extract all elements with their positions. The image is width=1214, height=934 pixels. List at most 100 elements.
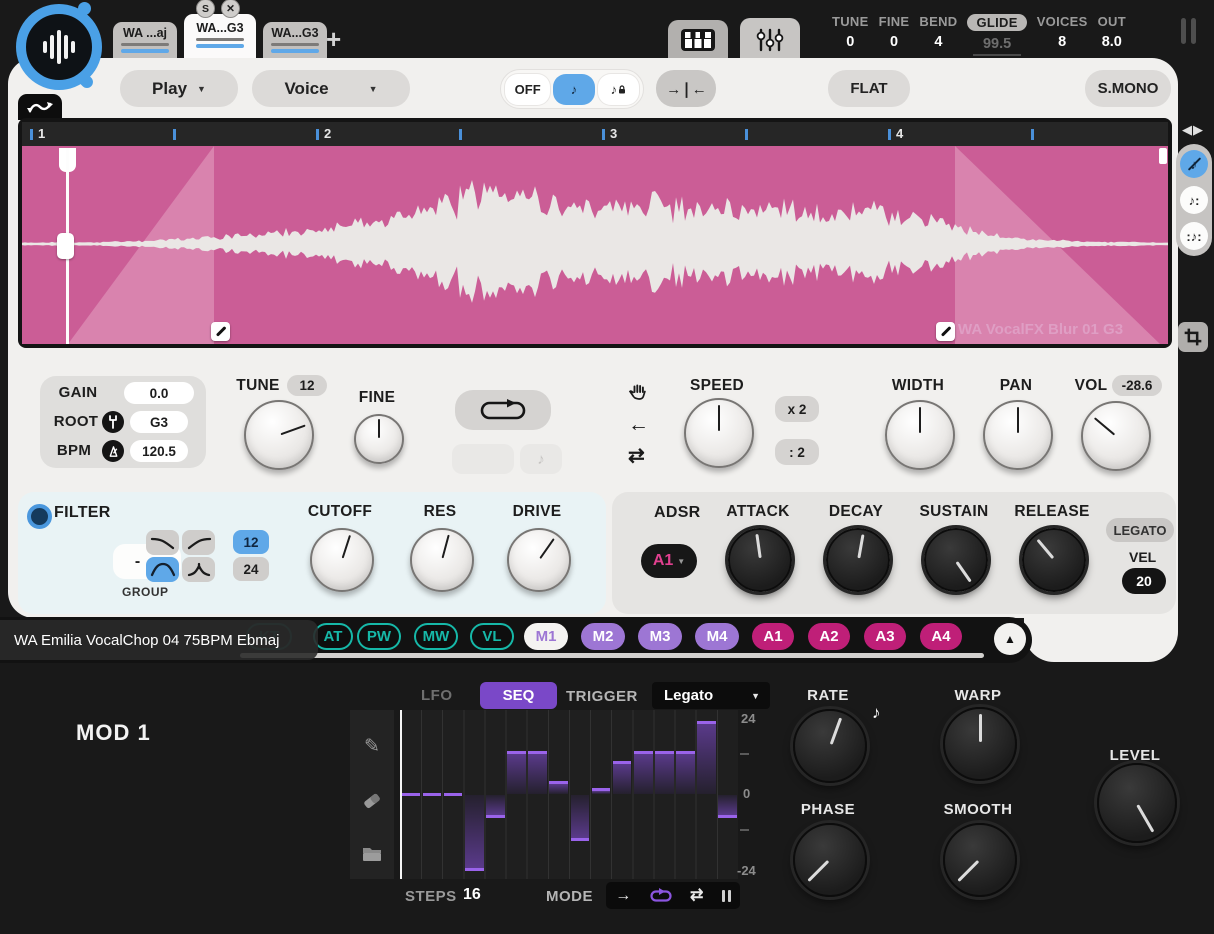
release-knob[interactable] [1022,528,1086,592]
root-note-value[interactable]: G3 [130,411,188,433]
seq-step[interactable] [465,795,484,872]
mod-source-pw[interactable]: PW [357,623,401,650]
mixer-view-tab[interactable] [740,18,800,62]
amp-slot-a2[interactable]: A2 [808,623,850,650]
start-marker-handle[interactable] [57,233,74,259]
seq-step[interactable] [486,795,505,818]
loop-button[interactable] [455,390,551,430]
waveform-display[interactable] [22,146,1168,344]
play-mode-dropdown[interactable]: Play▼ [120,70,238,107]
tab-lfo[interactable]: LFO [421,687,453,704]
level-knob[interactable] [1097,763,1177,843]
snap-to-center-button[interactable]: →❘← [656,70,716,107]
filter-lowpass-button[interactable] [146,530,179,555]
speed-double-button[interactable]: x 2 [775,396,819,422]
gain-value[interactable]: 0.0 [124,382,194,404]
vol-value[interactable]: -28.6 [1112,375,1162,396]
eraser-tool-icon[interactable] [361,790,383,812]
mode-pingpong-icon[interactable]: ⇄ [690,888,703,904]
sync-note-button[interactable]: ♪ [553,74,594,105]
pingpong-arrows-icon[interactable]: ⇄ [628,443,645,468]
param-value[interactable]: 8 [1058,34,1066,50]
vol-knob[interactable] [1081,401,1151,471]
param-value[interactable]: 0 [890,34,898,50]
amp-slot-a1[interactable]: A1 [752,623,794,650]
mod-source-mw[interactable]: MW [414,623,458,650]
rate-knob[interactable] [793,709,867,783]
filter-bandpass-button[interactable] [146,557,179,582]
mod-source-at[interactable]: AT [313,623,353,650]
resize-grip-bar[interactable] [1191,18,1196,44]
voice-mode-dropdown[interactable]: Voice▼ [252,70,410,107]
loop-sync-ghost-button[interactable]: ♪ [520,444,562,474]
seq-step[interactable] [718,795,737,818]
seq-step[interactable] [613,761,632,794]
sample-tab[interactable]: WA...G3 [263,22,327,58]
envelope-preset-dropdown[interactable]: A1 ▼ [641,544,697,578]
sync-note-lock-button[interactable]: ♪ [598,74,639,105]
drive-knob[interactable] [507,528,571,592]
resize-grip-bar[interactable] [1181,18,1186,44]
speed-half-button[interactable]: : 2 [775,439,819,465]
param-value[interactable]: 99.5 [973,36,1021,56]
seq-step[interactable] [655,751,674,794]
filter-enable-toggle[interactable] [27,504,52,529]
filter-slope-12-button[interactable]: 12 [233,530,269,554]
seq-step[interactable] [423,793,442,796]
param-value[interactable]: 8.0 [1102,34,1122,50]
vel-value[interactable]: 20 [1122,568,1166,594]
loop-shuffle-tab[interactable] [18,94,62,120]
end-trim-handle[interactable] [1159,148,1167,164]
param-value[interactable]: 4 [934,34,942,50]
mode-loop-icon[interactable] [650,888,672,903]
filter-slope-24-button[interactable]: 24 [233,557,269,581]
speed-knob[interactable] [684,398,754,468]
decay-knob[interactable] [826,528,890,592]
seq-step[interactable] [676,751,695,794]
seq-step[interactable] [507,751,526,794]
seq-step[interactable] [634,751,653,794]
tune-value[interactable]: 12 [287,375,327,396]
legato-button[interactable]: LEGATO [1106,518,1174,542]
stereo-mono-button[interactable]: S.MONO [1085,70,1171,107]
seq-step[interactable] [528,751,547,794]
filter-notch-button[interactable] [182,557,215,582]
tab-close-icon[interactable]: ✕ [221,0,240,18]
mod-slot-m4[interactable]: M4 [695,623,739,650]
tune-knob[interactable] [244,400,314,470]
amp-slot-a4[interactable]: A4 [920,623,962,650]
sync-off-button[interactable]: OFF [505,74,550,105]
mod-slot-m1[interactable]: M1 [524,623,568,650]
phase-knob[interactable] [793,823,867,897]
fade-in-handle[interactable] [211,322,230,341]
seq-step[interactable] [571,795,590,842]
pencil-tool-icon[interactable]: ✎ [361,735,383,757]
timeline-ruler[interactable]: 1234 [22,122,1168,146]
sample-tab[interactable]: WA ...aj [113,22,177,58]
metronome-icon[interactable] [102,440,124,462]
cutoff-knob[interactable] [310,528,374,592]
expand-horizontal-icon[interactable]: ◀▶ [1182,122,1204,138]
width-knob[interactable] [885,400,955,470]
bpm-value[interactable]: 120.5 [130,440,188,462]
tab-solo-badge[interactable]: S [196,0,215,18]
keyboard-view-tab[interactable] [668,20,728,60]
mode-hold-icon[interactable] [722,890,731,902]
seq-step[interactable] [592,788,611,795]
fine-knob[interactable] [354,414,404,464]
sample-tab[interactable]: WA...G3S✕ [184,14,256,58]
reverse-arrow-icon[interactable]: ← [628,413,649,437]
hand-drag-icon[interactable] [628,383,648,408]
smooth-knob[interactable] [943,823,1017,897]
mod-source-vl[interactable]: VL [470,623,514,650]
add-tab-button[interactable]: + [326,24,341,55]
trigger-dropdown[interactable]: Legato ▼ [652,682,770,709]
seq-step[interactable] [697,721,716,794]
tab-seq[interactable]: SEQ [480,682,557,709]
sustain-knob[interactable] [924,528,988,592]
fade-out-handle[interactable] [936,322,955,341]
tuning-fork-icon[interactable] [102,411,124,433]
mod-slot-m2[interactable]: M2 [581,623,625,650]
warp-knob[interactable] [943,707,1017,781]
crop-button[interactable] [1178,322,1208,352]
